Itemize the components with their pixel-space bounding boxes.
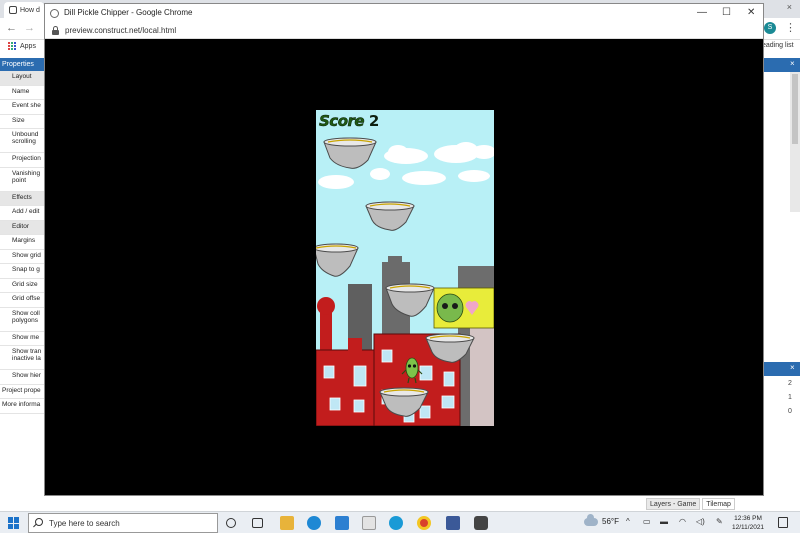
pickle-billboard: [433, 287, 494, 329]
weather-temperature: 56°F: [602, 517, 619, 526]
lock-icon: [52, 26, 59, 35]
file-explorer-icon[interactable]: [280, 516, 294, 530]
tab-tilemap[interactable]: Tilemap: [702, 498, 735, 510]
score-value: 2: [368, 112, 379, 130]
tab-favicon-icon: [9, 6, 17, 14]
edge-browser-icon[interactable]: [389, 516, 403, 530]
profile-avatar[interactable]: S: [764, 22, 776, 34]
search-icon: [35, 518, 43, 526]
prop-show-collision-polygons[interactable]: Show coll polygons: [0, 308, 47, 332]
back-arrow-icon[interactable]: ←: [6, 22, 17, 34]
background-tab[interactable]: How d: [4, 2, 44, 18]
chevron-up-icon[interactable]: ^: [626, 517, 630, 526]
notification-icon[interactable]: [778, 517, 788, 528]
volume-icon[interactable]: ◁): [696, 517, 705, 526]
task-view-cortana-icon[interactable]: [226, 518, 236, 528]
game-canvas[interactable]: Score 2: [316, 110, 494, 426]
right-panel-header-mid: ×: [764, 362, 800, 376]
right-panel-header-top: ×: [764, 58, 800, 72]
wifi-icon[interactable]: ◠: [679, 517, 686, 526]
weather-widget[interactable]: 56°F: [584, 513, 619, 526]
score-label: Score: [319, 112, 365, 131]
forward-arrow-icon[interactable]: →: [24, 22, 35, 34]
properties-header: Properties: [0, 58, 47, 71]
clock-date: 12/11/2021: [732, 524, 765, 531]
apps-grid-icon: [8, 42, 16, 50]
prop-name[interactable]: Name: [0, 86, 47, 100]
tab-layers-game[interactable]: Layers - Game: [646, 498, 701, 510]
bg-close-icon[interactable]: ×: [787, 2, 792, 12]
taskbar-search-box[interactable]: Type here to search: [28, 513, 218, 533]
prop-more-information[interactable]: More informa: [0, 399, 47, 414]
prop-grid-size[interactable]: Grid size: [0, 279, 47, 293]
properties-panel: Properties Layout Name Event she Size Un…: [0, 58, 48, 420]
windows-start-icon[interactable]: [8, 517, 20, 529]
popup-address-bar[interactable]: preview.construct.net/local.html: [45, 23, 763, 39]
prop-event-sheet[interactable]: Event she: [0, 100, 47, 115]
prop-grid-offset[interactable]: Grid offse: [0, 293, 47, 308]
edge-icon[interactable]: [307, 516, 321, 530]
chrome-taskbar-icon[interactable]: [417, 516, 431, 530]
right-panel-scrollbar[interactable]: [790, 72, 800, 212]
pen-icon[interactable]: ✎: [716, 517, 723, 526]
chrome-icon: [50, 9, 59, 18]
prop-margins[interactable]: Margins: [0, 235, 47, 250]
layers-panel-close-icon[interactable]: ×: [790, 363, 795, 372]
prop-vanishing-point[interactable]: Vanishing point: [0, 168, 47, 192]
prop-show-grid[interactable]: Show grid: [0, 250, 47, 264]
layer-count-value: 1: [788, 394, 792, 401]
windows-taskbar: Type here to search 56°F ^ ▭ ▬ ◠ ◁) ✎ 12…: [0, 511, 800, 533]
prop-show-meshes[interactable]: Show me: [0, 332, 47, 346]
game-scene: [316, 137, 494, 426]
scrollbar-thumb[interactable]: [792, 74, 798, 144]
prop-add-edit[interactable]: Add / edit: [0, 206, 47, 221]
clock-time: 12:36 PM: [734, 515, 762, 522]
app-taskbar-icon[interactable]: [446, 516, 460, 530]
prop-unbound-scrolling[interactable]: Unbound scrolling: [0, 129, 47, 153]
prop-show-hierarchy[interactable]: Show hier: [0, 370, 47, 385]
score-display: Score 2: [319, 112, 379, 131]
cloud-icon: [584, 513, 598, 526]
task-view-icon[interactable]: [252, 518, 263, 528]
search-placeholder: Type here to search: [49, 519, 120, 528]
layer-count-value: 0: [788, 408, 792, 415]
bottom-panel-tabs: Layers - Game Tilemap: [646, 498, 735, 510]
construct-taskbar-icon[interactable]: [474, 516, 488, 530]
prop-project-properties[interactable]: Project prope: [0, 385, 47, 399]
apps-label: Apps: [20, 42, 36, 50]
prop-section-layout[interactable]: Layout: [0, 71, 47, 86]
store-icon[interactable]: [362, 516, 376, 530]
layer-count-value: 2: [788, 380, 792, 387]
prop-projection[interactable]: Projection: [0, 153, 47, 168]
kebab-menu-icon[interactable]: ⋮: [785, 21, 796, 34]
popup-window-title: Dill Pickle Chipper - Google Chrome: [64, 8, 193, 17]
battery-icon[interactable]: ▬: [660, 517, 668, 526]
apps-bookmark[interactable]: Apps: [8, 42, 36, 50]
game-preview-window: Dill Pickle Chipper - Google Chrome — ☐ …: [44, 3, 764, 496]
prop-snap-to-grid[interactable]: Snap to g: [0, 264, 47, 279]
reading-list-label[interactable]: eading list: [762, 42, 794, 49]
prop-show-translucent-inactive-layers[interactable]: Show tran inactive la: [0, 346, 47, 370]
prop-section-effects[interactable]: Effects: [0, 191, 47, 206]
maximize-icon[interactable]: ☐: [722, 7, 731, 18]
url-text[interactable]: preview.construct.net/local.html: [65, 26, 176, 35]
meet-now-icon[interactable]: ▭: [643, 517, 651, 526]
background-tab-title: How d: [20, 6, 40, 14]
mail-icon[interactable]: [335, 516, 349, 530]
prop-size[interactable]: Size: [0, 115, 47, 129]
right-panel-close-icon[interactable]: ×: [790, 59, 795, 68]
minimize-icon[interactable]: —: [697, 7, 707, 18]
prop-section-editor[interactable]: Editor: [0, 220, 47, 235]
close-icon[interactable]: ✕: [747, 7, 755, 18]
popup-title-bar[interactable]: Dill Pickle Chipper - Google Chrome — ☐ …: [45, 4, 763, 23]
system-clock[interactable]: 12:36 PM 12/11/2021: [732, 514, 764, 532]
